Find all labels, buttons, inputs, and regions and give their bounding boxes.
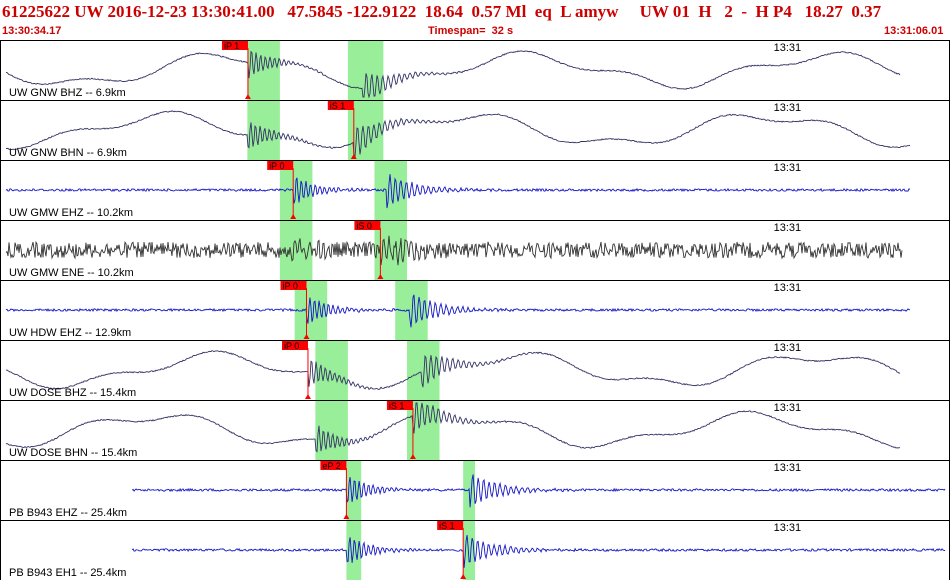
pick-arrow: [304, 394, 311, 399]
station-label: PB B943 EH1 -- 25.4km: [9, 567, 126, 579]
station-label: UW HDW EHZ -- 12.9km: [9, 327, 131, 339]
trace-panel[interactable]: eP 2 13:31 PB B943 EHZ -- 25.4km: [0, 460, 950, 521]
time-mark: 13:31: [774, 342, 802, 354]
time-mark: 13:31: [774, 42, 802, 54]
panel-frame: [0, 100, 950, 161]
pick-label: iS 1: [439, 521, 455, 531]
pick-label: iS 1: [330, 101, 346, 111]
waveform-trace: [5, 350, 901, 391]
trace-panel[interactable]: iP 0 13:31 UW GMW EHZ -- 10.2km: [0, 160, 950, 221]
waveform-trace: [5, 110, 911, 159]
pick-window: [247, 101, 280, 160]
trace-panel[interactable]: iS 1 13:31 UW DOSE BHN -- 15.4km: [0, 400, 950, 461]
end-time: 13:31:06.01: [884, 25, 944, 37]
panel-frame: [0, 340, 950, 401]
timespan: Timespan= 32 s: [428, 25, 514, 37]
station-label: UW GMW ENE -- 10.2km: [9, 267, 134, 279]
station-label: UW DOSE BHZ -- 15.4km: [9, 387, 136, 399]
waveform-trace: [5, 50, 901, 99]
time-mark: 13:31: [774, 522, 802, 534]
time-mark: 13:31: [774, 402, 802, 414]
trace-panel[interactable]: iP 0 13:31 UW DOSE BHZ -- 15.4km: [0, 340, 950, 401]
event-summary: 61225622 UW 2016-12-23 13:30:41.00 47.58…: [2, 2, 882, 21]
pick-window: [247, 41, 280, 100]
trace-panel[interactable]: iS 1 13:31 UW GNW BHN -- 6.9km: [0, 100, 950, 161]
pick-label: iP 0: [282, 281, 297, 291]
time-mark: 13:31: [774, 462, 802, 474]
waveform-trace: [5, 235, 903, 266]
pick-label: iS 0: [356, 221, 372, 231]
waveform-trace: [131, 474, 946, 508]
trace-panel[interactable]: iS 1 13:31 PB B943 EH1 -- 25.4km: [0, 520, 950, 580]
pick-label: iP 0: [284, 341, 299, 351]
pick-window: [463, 521, 475, 580]
waveform-trace: [5, 402, 901, 453]
trace-panel[interactable]: iP 0 13:31 UW HDW EHZ -- 12.9km: [0, 280, 950, 341]
event-header: 61225622 UW 2016-12-23 13:30:41.00 47.58…: [0, 0, 950, 38]
pick-label: iP 1: [224, 41, 239, 51]
waveform-trace: [5, 174, 911, 209]
trace-panel[interactable]: iP 1 13:31 UW GNW BHZ -- 6.9km: [0, 40, 950, 101]
waveform-trace: [131, 535, 946, 568]
seismogram-panels[interactable]: iP 1 13:31 UW GNW BHZ -- 6.9km iS 1 13:31 UW …: [0, 40, 950, 580]
pick-window: [347, 41, 384, 100]
pick-label: iS 1: [389, 401, 405, 411]
waveform-trace: [5, 294, 910, 328]
time-mark: 13:31: [774, 162, 802, 174]
pick-label: eP 2: [322, 461, 340, 471]
panel-frame: [0, 400, 950, 461]
station-label: PB B943 EHZ -- 25.4km: [9, 507, 127, 519]
trace-panel[interactable]: iS 0 13:31 UW GMW ENE -- 10.2km: [0, 220, 950, 281]
time-mark: 13:31: [774, 222, 802, 234]
station-label: UW DOSE BHN -- 15.4km: [9, 447, 137, 459]
time-mark: 13:31: [774, 282, 802, 294]
station-label: UW GNW BHN -- 6.9km: [9, 147, 127, 159]
time-mark: 13:31: [774, 102, 802, 114]
pick-window: [315, 401, 348, 460]
station-label: UW GNW BHZ -- 6.9km: [9, 87, 126, 99]
pick-label: iP 0: [269, 161, 284, 171]
station-label: UW GMW EHZ -- 10.2km: [9, 207, 133, 219]
start-time: 13:30:34.17: [2, 25, 62, 37]
panel-frame: [0, 40, 950, 101]
